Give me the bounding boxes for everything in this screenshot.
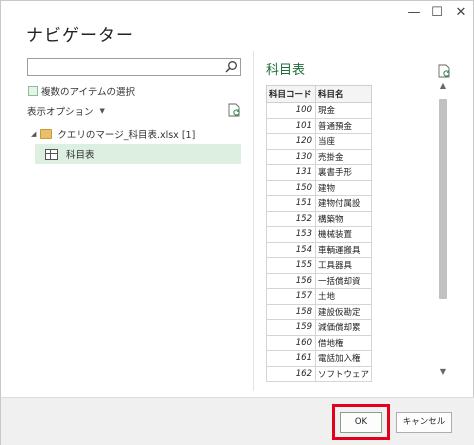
code-cell: 155 xyxy=(266,257,316,274)
scroll-up-icon[interactable]: ▲ xyxy=(438,81,448,91)
vertical-scrollbar[interactable]: ▲ ▼ xyxy=(437,81,449,381)
table-row: 152 構築物 xyxy=(266,210,372,227)
display-options-label: 表示オプション xyxy=(27,107,94,118)
multi-select-checkbox[interactable] xyxy=(28,85,38,96)
column-header[interactable]: 科目名 xyxy=(314,85,372,103)
table-row: 151 建物付属設 xyxy=(266,195,372,212)
code-cell: 130 xyxy=(266,148,316,165)
table-row: 130 売掛金 xyxy=(266,148,372,165)
code-cell: 159 xyxy=(266,319,316,336)
name-cell: 普通預金 xyxy=(314,117,372,134)
code-cell: 131 xyxy=(266,164,316,181)
search-box[interactable] xyxy=(27,58,241,79)
table-icon xyxy=(45,148,58,160)
code-cell: 150 xyxy=(266,179,316,196)
name-cell: 建物 xyxy=(314,179,372,196)
close-icon[interactable]: ✕ xyxy=(453,5,469,21)
code-cell: 162 xyxy=(266,365,316,382)
code-cell: 160 xyxy=(266,334,316,351)
folder-icon xyxy=(40,129,53,139)
name-cell: 現金 xyxy=(314,102,372,119)
folder-label: クエリのマージ_科目表.xlsx [1] xyxy=(57,130,196,141)
refresh-icon[interactable] xyxy=(227,103,241,117)
preview-grid[interactable]: 科目コード 科目名 100 現金 101 普通預金 120 当座 130 売掛金 131… xyxy=(266,85,372,387)
code-cell: 153 xyxy=(266,226,316,243)
name-cell: 建設仮勘定 xyxy=(314,303,372,320)
name-cell: 構築物 xyxy=(314,210,372,227)
tree-item-selected[interactable]: 科目表 xyxy=(35,144,241,164)
tree-folder-node[interactable]: ◢ クエリのマージ_科目表.xlsx [1] xyxy=(31,127,195,141)
name-cell: 借地権 xyxy=(314,334,372,351)
refresh-preview-icon[interactable] xyxy=(437,64,451,78)
name-cell: 裏書手形 xyxy=(314,164,372,181)
name-cell: 機械装置 xyxy=(314,226,372,243)
name-cell: 減価償却累 xyxy=(314,319,372,336)
name-cell: 建物付属設 xyxy=(314,195,372,212)
preview-table: 科目コード 科目名 100 現金 101 普通預金 120 当座 130 売掛金 131… xyxy=(266,85,372,382)
search-input[interactable] xyxy=(28,63,218,79)
table-row: 155 工具器具 xyxy=(266,257,372,274)
table-row: 153 機械装置 xyxy=(266,226,372,243)
table-row: 162 ソフトウェア xyxy=(266,365,372,382)
search-icon[interactable] xyxy=(224,60,238,74)
tree-item-label: 科目表 xyxy=(66,150,95,161)
table-row: 120 当座 xyxy=(266,133,372,150)
code-cell: 100 xyxy=(266,102,316,119)
table-row: 160 借地権 xyxy=(266,334,372,351)
name-cell: 電話加入権 xyxy=(314,350,372,367)
code-cell: 154 xyxy=(266,241,316,258)
code-cell: 120 xyxy=(266,133,316,150)
code-cell: 151 xyxy=(266,195,316,212)
code-cell: 152 xyxy=(266,210,316,227)
table-row: 154 車輌運搬具 xyxy=(266,241,372,258)
name-cell: 一括償却資 xyxy=(314,272,372,289)
table-row: 161 電話加入権 xyxy=(266,350,372,367)
table-row: 156 一括償却資 xyxy=(266,272,372,289)
code-cell: 101 xyxy=(266,117,316,134)
code-cell: 157 xyxy=(266,288,316,305)
minimize-icon[interactable]: — xyxy=(406,5,422,21)
table-row: 159 減価償却累 xyxy=(266,319,372,336)
pane-divider xyxy=(253,51,254,391)
chevron-down-icon: ▼ xyxy=(99,107,105,115)
table-row: 157 土地 xyxy=(266,288,372,305)
maximize-icon[interactable]: ☐ xyxy=(429,5,445,21)
name-cell: ソフトウェア xyxy=(314,365,372,382)
table-row: 100 現金 xyxy=(266,102,372,119)
code-cell: 158 xyxy=(266,303,316,320)
name-cell: 工具器具 xyxy=(314,257,372,274)
preview-title: 科目表 xyxy=(266,63,306,78)
multi-select-label: 複数のアイテムの選択 xyxy=(41,86,136,98)
ok-button[interactable]: OK xyxy=(340,412,382,433)
collapse-triangle-icon[interactable]: ◢ xyxy=(31,130,36,138)
cancel-button[interactable]: キャンセル xyxy=(396,412,452,433)
dialog-title: ナビゲーター xyxy=(26,26,134,46)
code-cell: 161 xyxy=(266,350,316,367)
code-cell: 156 xyxy=(266,272,316,289)
scroll-down-icon[interactable]: ▼ xyxy=(438,367,448,377)
display-options-dropdown[interactable]: 表示オプション ▼ xyxy=(27,104,105,118)
table-row: 158 建設仮勘定 xyxy=(266,303,372,320)
name-cell: 売掛金 xyxy=(314,148,372,165)
navigator-dialog: — ☐ ✕ ナビゲーター 複数のアイテムの選択 表示オプション ▼ ◢ クエリの… xyxy=(0,0,474,445)
table-row: 131 裏書手形 xyxy=(266,164,372,181)
name-cell: 車輌運搬具 xyxy=(314,241,372,258)
table-row: 101 普通預金 xyxy=(266,117,372,134)
name-cell: 土地 xyxy=(314,288,372,305)
name-cell: 当座 xyxy=(314,133,372,150)
scrollbar-thumb[interactable] xyxy=(439,99,447,299)
table-row: 150 建物 xyxy=(266,179,372,196)
multi-select-row[interactable]: 複数のアイテムの選択 xyxy=(28,84,136,98)
column-header[interactable]: 科目コード xyxy=(266,85,316,103)
